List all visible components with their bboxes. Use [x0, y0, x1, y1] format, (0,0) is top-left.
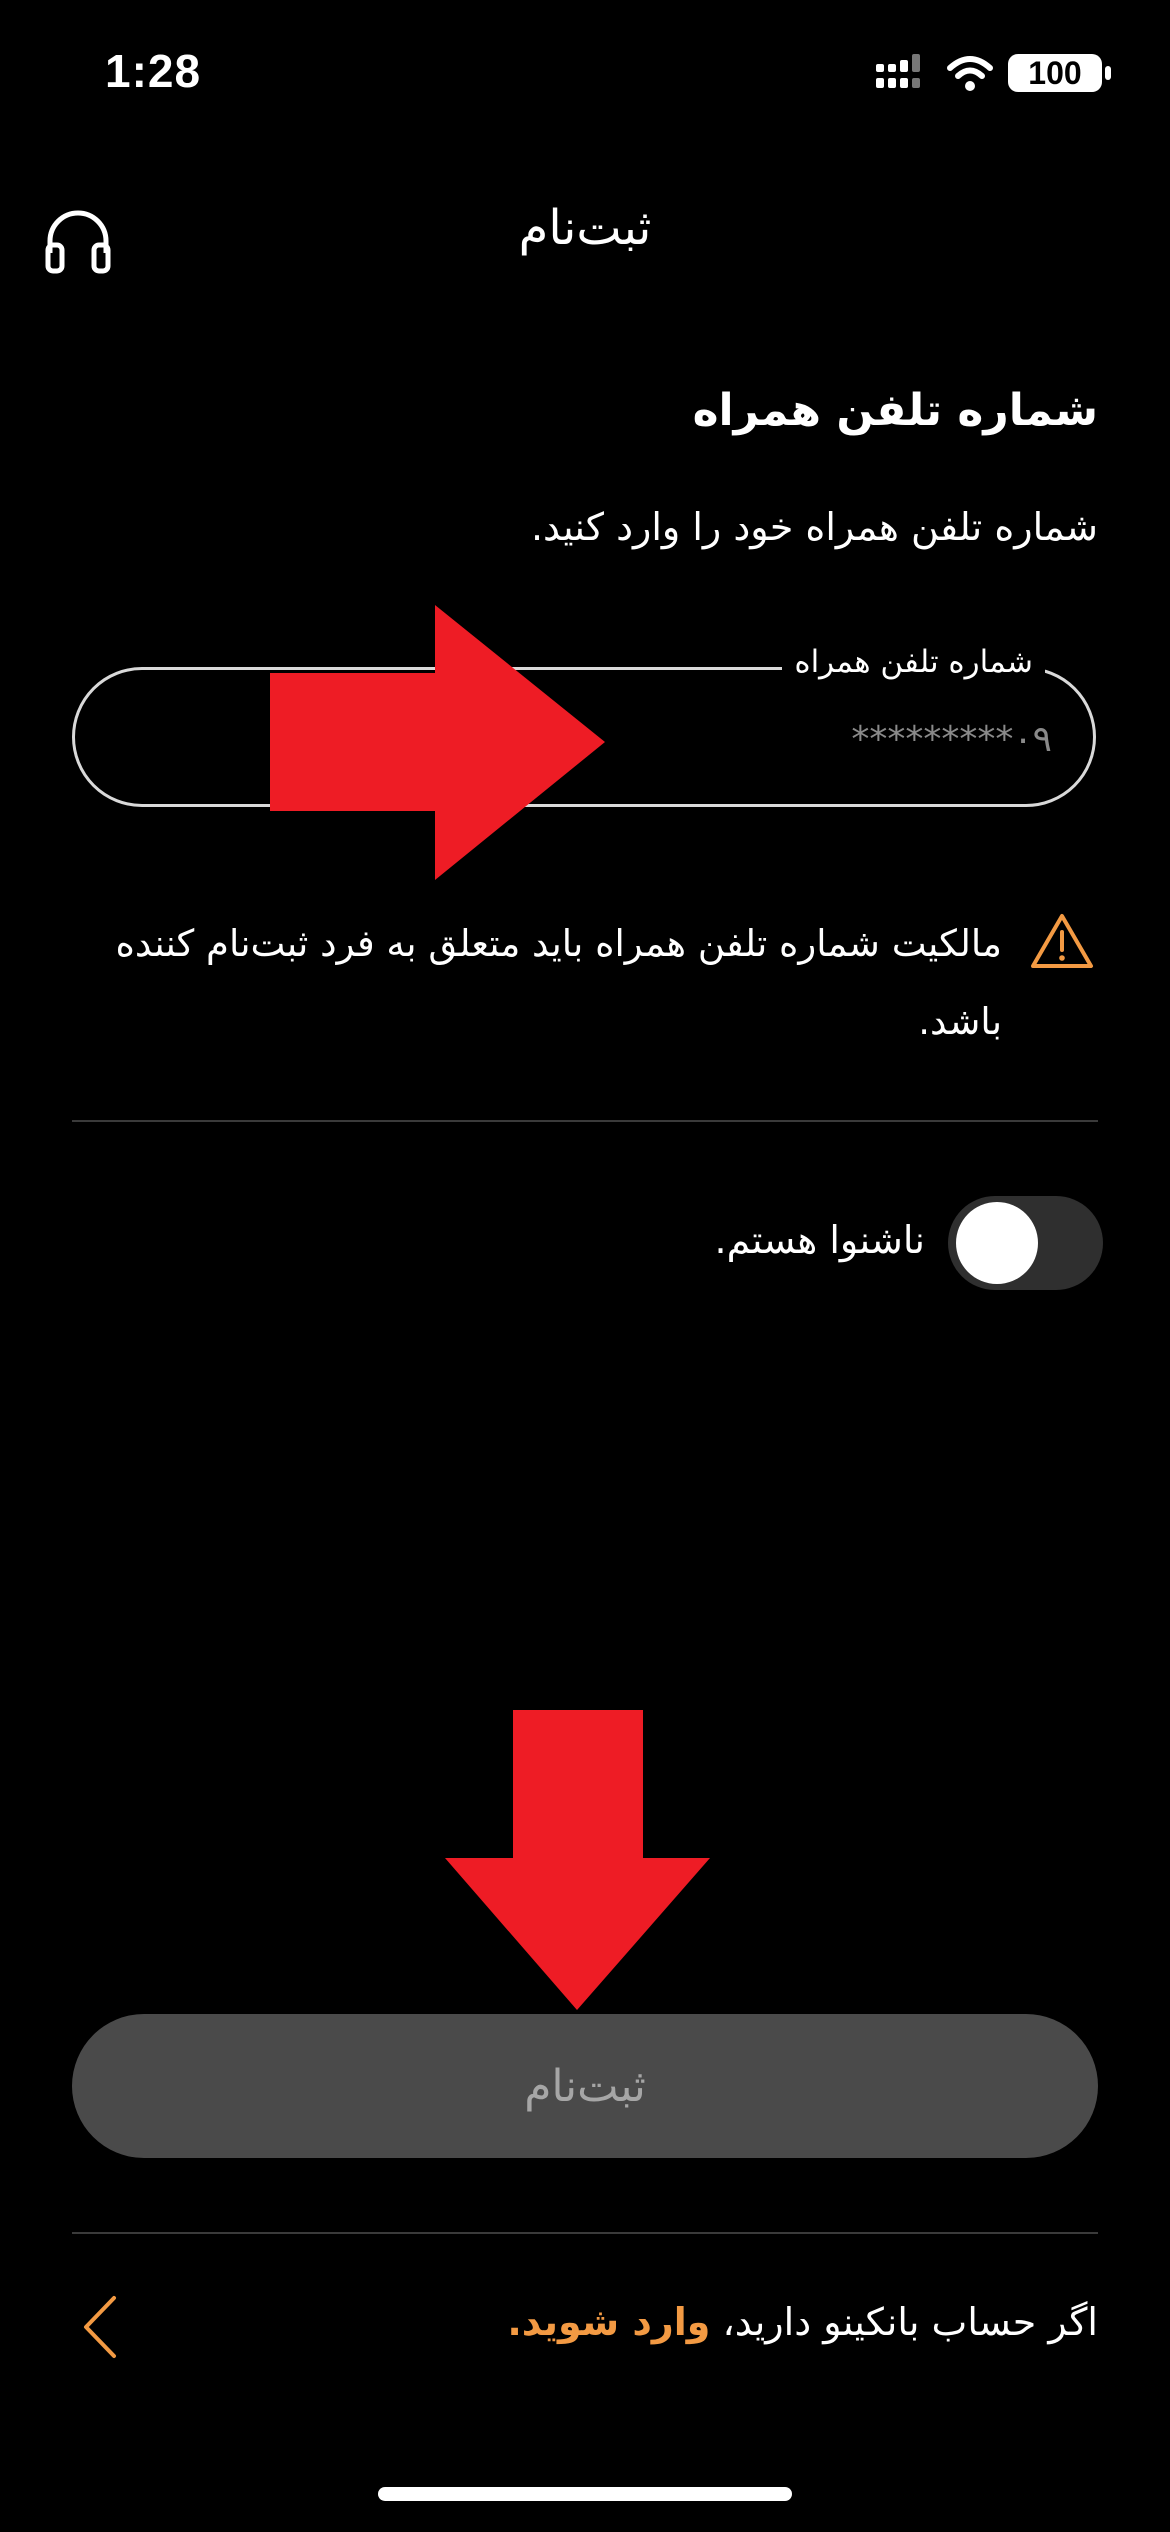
- annotation-arrow-right-icon: [270, 605, 610, 880]
- register-button[interactable]: ثبت‌نام: [72, 2014, 1098, 2158]
- divider: [72, 2232, 1098, 2234]
- divider: [72, 1120, 1098, 1122]
- login-prompt-text: اگر حساب بانکینو دارید،: [710, 2300, 1099, 2344]
- phone-input-label: شماره تلفن همراه: [782, 644, 1045, 680]
- status-icons: 100: [876, 52, 1116, 96]
- home-indicator[interactable]: [378, 2487, 792, 2501]
- deaf-toggle-label: ناشنوا هستم.: [714, 1218, 925, 1262]
- warning-text: مالکیت شماره تلفن همراه باید متعلق به فر…: [115, 922, 1002, 1043]
- phone-section-title: شماره تلفن همراه: [692, 385, 1098, 436]
- battery-level: 100: [1028, 55, 1082, 91]
- signal-icon: [876, 54, 920, 88]
- page-title: ثبت‌نام: [518, 200, 652, 256]
- phone-section-description: شماره تلفن همراه خود را وارد کنید.: [530, 505, 1098, 549]
- login-prompt: اگر حساب بانکینو دارید، وارد شوید.: [507, 2300, 1098, 2344]
- annotation-arrow-down-icon: [445, 1710, 710, 2010]
- login-link[interactable]: وارد شوید.: [507, 2300, 710, 2344]
- wifi-icon: [947, 56, 993, 91]
- status-time: 1:28: [105, 45, 202, 97]
- warning-icon: [1030, 912, 1094, 970]
- chevron-left-icon[interactable]: [80, 2292, 120, 2362]
- deaf-toggle-knob[interactable]: [956, 1202, 1038, 1284]
